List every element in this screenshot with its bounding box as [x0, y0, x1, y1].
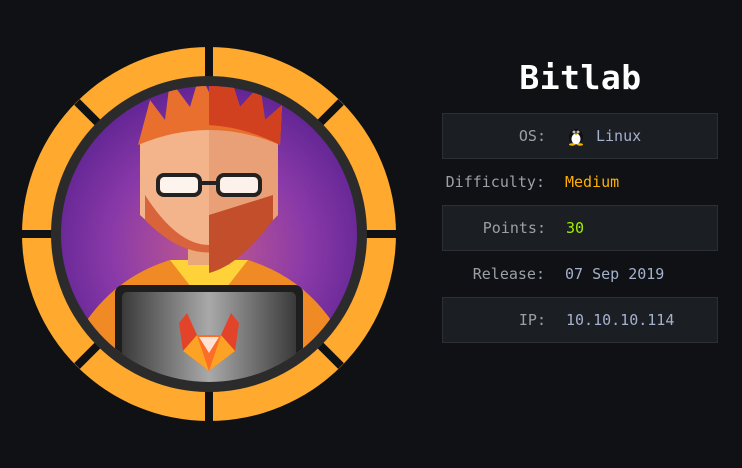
os-value-text: Linux — [596, 127, 642, 145]
os-value: Linux — [566, 126, 641, 146]
tux-penguin-icon — [569, 129, 583, 146]
difficulty-row: Difficulty: Medium — [442, 159, 718, 205]
points-label: Points: — [482, 219, 546, 237]
machine-avatar-badge — [20, 45, 398, 423]
release-value: 07 Sep 2019 — [565, 265, 665, 283]
ip-label: IP: — [518, 311, 546, 329]
release-label: Release: — [472, 265, 545, 283]
points-value: 30 — [566, 219, 585, 237]
difficulty-value: Medium — [565, 173, 620, 191]
avatar-illustration — [22, 47, 396, 421]
ip-value: 10.10.10.114 — [566, 311, 675, 329]
os-row: OS: Linux — [442, 113, 718, 159]
os-label: OS: — [518, 127, 546, 145]
release-row: Release: 07 Sep 2019 — [442, 251, 718, 297]
difficulty-label: Difficulty: — [445, 173, 545, 191]
points-row: Points: 30 — [442, 205, 718, 251]
ip-row: IP: 10.10.10.114 — [442, 297, 718, 343]
machine-info-table: OS: Linux Difficulty: Medium Points: 30 … — [442, 113, 718, 343]
machine-name: Bitlab — [519, 58, 642, 97]
